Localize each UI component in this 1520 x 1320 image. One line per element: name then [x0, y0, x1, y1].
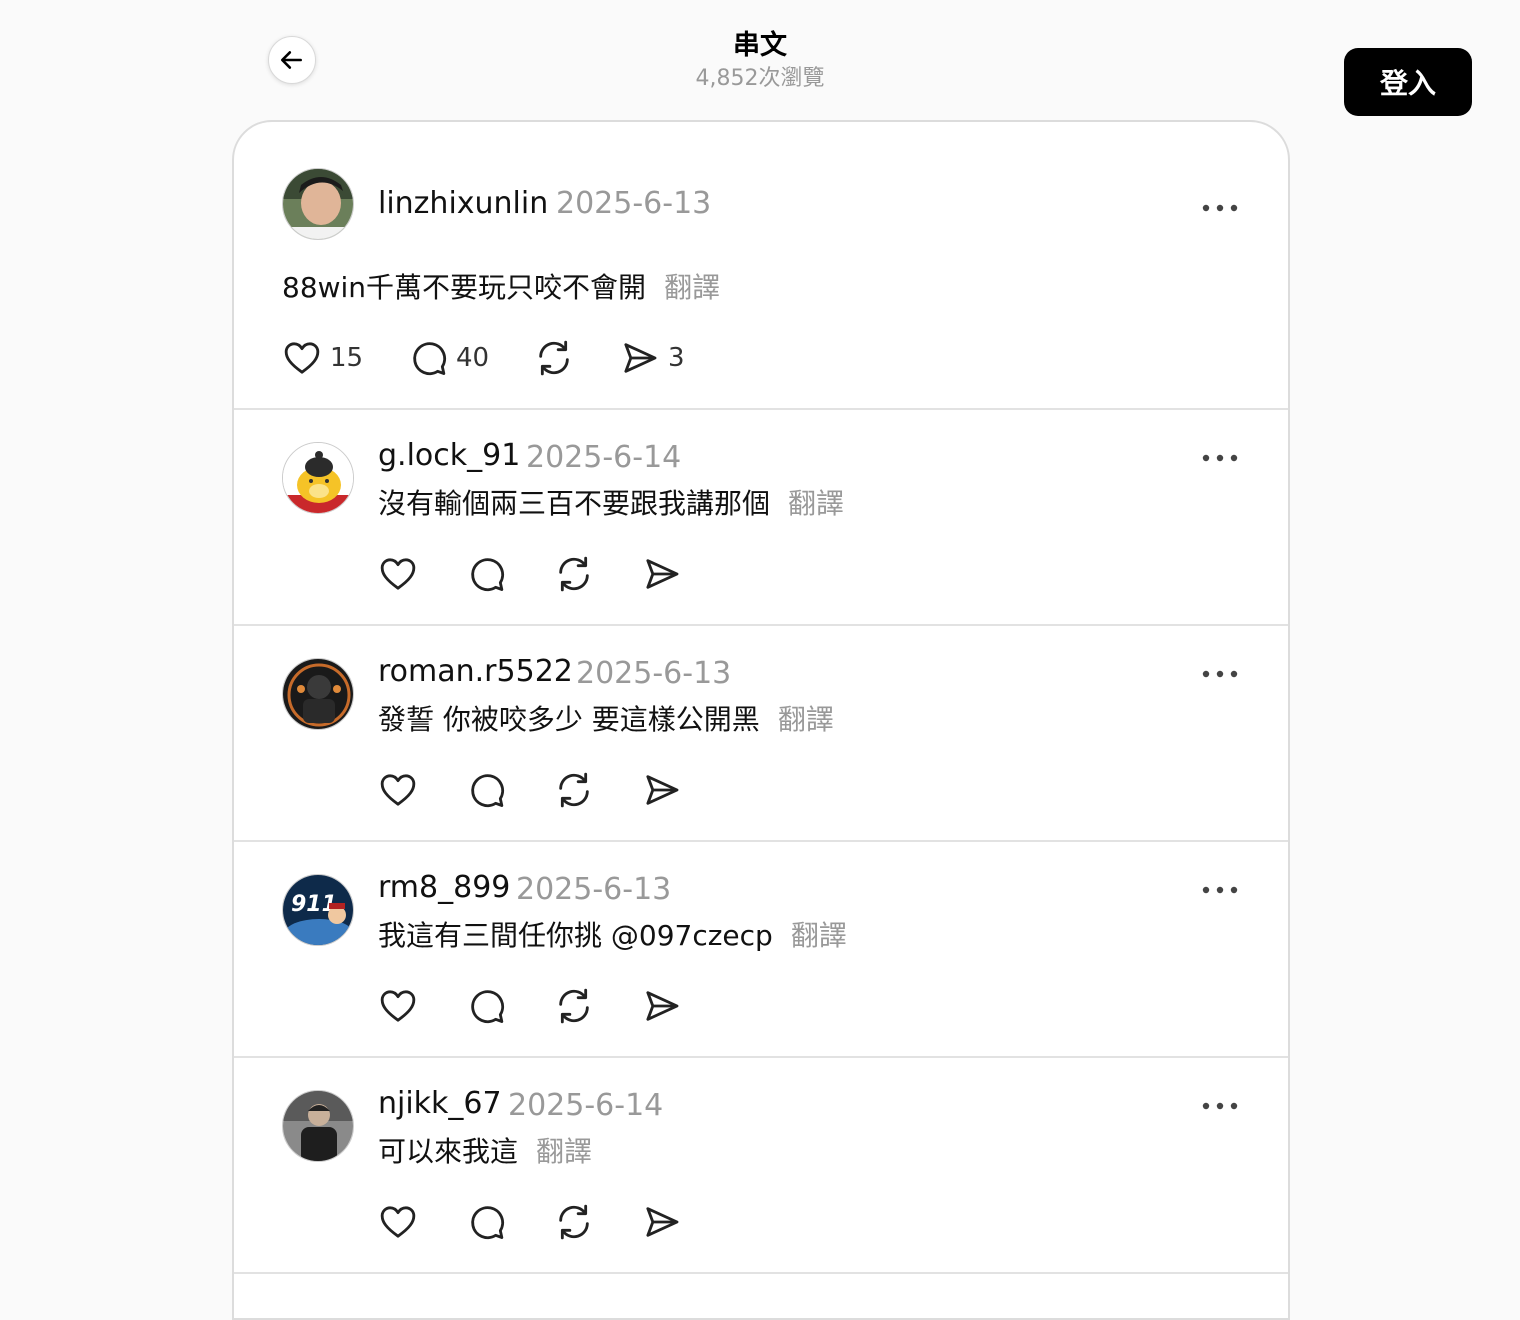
- back-arrow-icon: [280, 51, 302, 69]
- more-icon[interactable]: [1200, 662, 1240, 686]
- share-button[interactable]: [642, 770, 682, 810]
- comment-icon: [471, 1206, 505, 1240]
- like-button[interactable]: [378, 554, 418, 594]
- repost-button[interactable]: [554, 554, 594, 594]
- like-count: 15: [330, 343, 364, 373]
- page-header: 串文 4,852次瀏覽: [560, 28, 960, 94]
- translate-link[interactable]: 翻譯: [788, 487, 844, 520]
- translate-link[interactable]: 翻譯: [536, 1135, 592, 1168]
- reply-username[interactable]: rm8_899: [378, 868, 510, 908]
- repost-button[interactable]: [554, 1202, 594, 1242]
- more-icon[interactable]: [1200, 878, 1240, 902]
- comment-button[interactable]: [466, 554, 506, 594]
- divider: [234, 840, 1288, 842]
- post-username[interactable]: linzhixunlin: [378, 184, 548, 224]
- repost-icon: [559, 1204, 589, 1240]
- translate-link[interactable]: 翻譯: [664, 271, 720, 304]
- reply-username[interactable]: njikk_67: [378, 1084, 502, 1124]
- reply-text-body: 沒有輸個兩三百不要跟我講那個: [378, 487, 771, 520]
- reply-date[interactable]: 2025-6-14: [526, 438, 681, 478]
- comment-icon: [471, 990, 505, 1024]
- avatar[interactable]: 911: [282, 874, 354, 946]
- heart-icon: [380, 1206, 416, 1238]
- comment-button[interactable]: 40: [408, 338, 489, 378]
- repost-button[interactable]: [534, 338, 574, 378]
- avatar[interactable]: [282, 658, 354, 730]
- post-text-body: 88win千萬不要玩只咬不會開: [282, 271, 647, 304]
- like-button[interactable]: [378, 986, 418, 1026]
- comment-icon: [413, 342, 447, 376]
- repost-icon: [559, 772, 589, 808]
- reply-text-body: 我這有三間任你挑 @097czecp: [378, 919, 773, 952]
- divider: [234, 624, 1288, 626]
- avatar[interactable]: [282, 168, 354, 240]
- reply-text-body: 可以來我這: [378, 1135, 519, 1168]
- share-button[interactable]: [642, 1202, 682, 1242]
- heart-icon: [380, 990, 416, 1022]
- back-button[interactable]: [268, 36, 316, 84]
- repost-button[interactable]: [554, 770, 594, 810]
- comment-icon: [471, 774, 505, 808]
- reply-text: 可以來我這 翻譯: [378, 1132, 592, 1172]
- reply-date[interactable]: 2025-6-13: [516, 870, 671, 910]
- avatar[interactable]: [282, 442, 354, 514]
- repost-icon: [539, 340, 569, 376]
- reply-text: 沒有輸個兩三百不要跟我講那個 翻譯: [378, 484, 844, 524]
- reply-text: 發誓 你被咬多少 要這樣公開黑 翻譯: [378, 700, 834, 740]
- comment-count: 40: [456, 343, 490, 373]
- reply-text: 我這有三間任你挑 @097czecp 翻譯: [378, 916, 847, 956]
- comment-button[interactable]: [466, 1202, 506, 1242]
- repost-button[interactable]: [554, 986, 594, 1026]
- translate-link[interactable]: 翻譯: [778, 703, 834, 736]
- comment-button[interactable]: [466, 986, 506, 1026]
- share-count: 3: [668, 343, 685, 373]
- reply-username[interactable]: roman.r5522: [378, 652, 573, 692]
- divider: [234, 1056, 1288, 1058]
- like-button[interactable]: [378, 1202, 418, 1242]
- share-icon: [646, 775, 679, 805]
- share-button[interactable]: [642, 554, 682, 594]
- more-icon[interactable]: [1200, 1094, 1240, 1118]
- more-icon[interactable]: [1200, 196, 1240, 220]
- share-icon: [646, 991, 679, 1021]
- reply-date[interactable]: 2025-6-14: [508, 1086, 663, 1126]
- thread-card: linzhixunlin 2025-6-13 88win千萬不要玩只咬不會開 翻譯…: [232, 120, 1290, 1320]
- like-button[interactable]: [378, 770, 418, 810]
- view-count: 4,852次瀏覽: [695, 66, 825, 91]
- repost-icon: [559, 556, 589, 592]
- share-icon: [646, 559, 679, 589]
- divider: [234, 408, 1288, 410]
- avatar[interactable]: [282, 1090, 354, 1162]
- heart-icon: [380, 558, 416, 590]
- more-icon[interactable]: [1200, 446, 1240, 470]
- comment-button[interactable]: [466, 770, 506, 810]
- share-button[interactable]: 3: [620, 338, 685, 378]
- heart-icon: [284, 342, 320, 374]
- post-text: 88win千萬不要玩只咬不會開 翻譯: [282, 268, 720, 308]
- post-date[interactable]: 2025-6-13: [556, 184, 711, 224]
- comment-icon: [471, 558, 505, 592]
- repost-icon: [559, 988, 589, 1024]
- login-button[interactable]: 登入: [1344, 48, 1472, 116]
- reply-username[interactable]: g.lock_91: [378, 436, 520, 476]
- translate-link[interactable]: 翻譯: [791, 919, 847, 952]
- share-icon: [646, 1207, 679, 1237]
- reply-text-body: 發誓 你被咬多少 要這樣公開黑: [378, 703, 760, 736]
- like-button[interactable]: 15: [282, 338, 363, 378]
- share-button[interactable]: [642, 986, 682, 1026]
- page-title: 串文: [733, 30, 787, 61]
- share-icon: [624, 343, 657, 373]
- heart-icon: [380, 774, 416, 806]
- reply-date[interactable]: 2025-6-13: [576, 654, 731, 694]
- divider: [234, 1272, 1288, 1274]
